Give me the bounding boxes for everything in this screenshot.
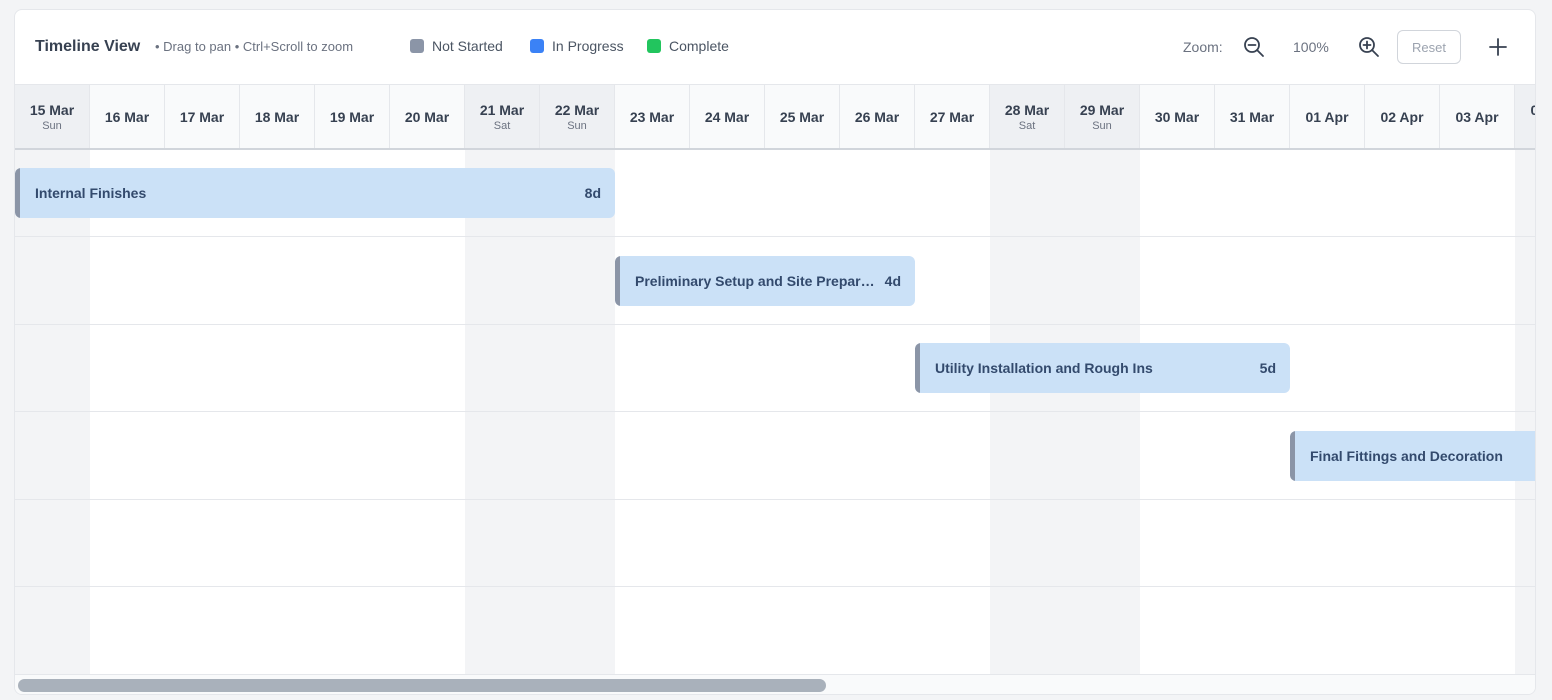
- usage-hint: • Drag to pan • Ctrl+Scroll to zoom: [155, 39, 354, 54]
- weekend-shading: [465, 150, 540, 676]
- task-name: Final Fittings and Decoration: [1310, 448, 1503, 464]
- date-column-header: 24 Mar: [690, 85, 765, 148]
- zoom-label: Zoom:: [1183, 39, 1223, 55]
- date-column-header: 18 Mar: [240, 85, 315, 148]
- zoom-in-button[interactable]: [1356, 34, 1382, 60]
- task-bar[interactable]: Utility Installation and Rough Ins 5d: [915, 343, 1290, 393]
- task-name: Preliminary Setup and Site Preparation: [635, 273, 875, 289]
- date-label: 22 Mar: [554, 101, 600, 118]
- date-label: 25 Mar: [779, 108, 825, 125]
- date-label: 24 Mar: [704, 108, 750, 125]
- date-label: 04 Apr: [1530, 102, 1535, 118]
- zoom-level: 100%: [1293, 39, 1329, 55]
- date-label: 17 Mar: [179, 108, 225, 125]
- date-column-header: 02 Apr: [1365, 85, 1440, 148]
- date-label: 21 Mar: [479, 101, 525, 118]
- date-label: 03 Apr: [1455, 108, 1499, 125]
- date-column-header: 15 Mar Sun: [15, 85, 90, 148]
- legend-swatch-complete: [647, 39, 661, 53]
- date-label: 26 Mar: [854, 108, 900, 125]
- scrollbar-thumb[interactable]: [18, 679, 826, 692]
- row-divider: [15, 236, 1535, 237]
- date-column-header: 03 Apr: [1440, 85, 1515, 148]
- date-label: 20 Mar: [404, 108, 450, 125]
- timeline-panel: Timeline View • Drag to pan • Ctrl+Scrol…: [14, 9, 1536, 695]
- date-column-header: 25 Mar: [765, 85, 840, 148]
- zoom-out-icon: [1244, 37, 1264, 57]
- plus-icon: [1489, 38, 1507, 56]
- date-label: 15 Mar: [29, 101, 75, 118]
- reset-button[interactable]: Reset: [1397, 30, 1461, 64]
- weekend-shading: [990, 150, 1065, 676]
- date-column-header: 27 Mar: [915, 85, 990, 148]
- date-label: 29 Mar: [1079, 101, 1125, 118]
- legend-swatch-not-started: [410, 39, 424, 53]
- weekend-shading: [15, 150, 90, 676]
- date-label: 23 Mar: [629, 108, 675, 125]
- date-column-header: 17 Mar: [165, 85, 240, 148]
- toolbar: Timeline View • Drag to pan • Ctrl+Scrol…: [15, 10, 1535, 85]
- add-task-button[interactable]: [1485, 34, 1511, 60]
- date-column-header: 19 Mar: [315, 85, 390, 148]
- horizontal-scrollbar[interactable]: [15, 674, 1535, 694]
- weekday-label: Sun: [42, 119, 62, 132]
- weekend-shading: [1065, 150, 1140, 676]
- date-label: 18 Mar: [254, 108, 300, 125]
- legend-swatch-in-progress: [530, 39, 544, 53]
- row-divider: [15, 411, 1535, 412]
- task-duration: 5d: [1259, 360, 1276, 376]
- date-label: 01 Apr: [1305, 108, 1349, 125]
- weekend-shading: [1515, 150, 1535, 676]
- task-duration: 4d: [884, 273, 901, 289]
- date-column-header: 01 Apr: [1290, 85, 1365, 148]
- weekday-label: Sat: [493, 119, 511, 132]
- date-column-header: 26 Mar: [840, 85, 915, 148]
- task-name: Internal Finishes: [35, 185, 147, 201]
- timeline-grid[interactable]: Internal Finishes 8d Preliminary Setup a…: [15, 150, 1535, 676]
- date-column-header: 29 Mar Sun: [1065, 85, 1140, 148]
- date-column-header: 16 Mar: [90, 85, 165, 148]
- zoom-in-icon: [1359, 37, 1379, 57]
- date-column-header: 20 Mar: [390, 85, 465, 148]
- legend-not-started: Not Started: [410, 38, 503, 54]
- task-name: Utility Installation and Rough Ins: [935, 360, 1153, 376]
- weekday-label: Sat: [1018, 119, 1036, 132]
- row-divider: [15, 499, 1535, 500]
- weekday-label: Sun: [567, 119, 587, 132]
- legend-label-not-started: Not Started: [432, 38, 503, 54]
- date-column-header: 04 AprSat: [1515, 85, 1535, 148]
- weekend-shading: [540, 150, 615, 676]
- date-column-header: 22 Mar Sun: [540, 85, 615, 148]
- date-label: 30 Mar: [1154, 108, 1200, 125]
- legend-label-complete: Complete: [669, 38, 729, 54]
- legend-label-in-progress: In Progress: [552, 38, 624, 54]
- date-column-header: 30 Mar: [1140, 85, 1215, 148]
- task-bar[interactable]: Preliminary Setup and Site Preparation 4…: [615, 256, 915, 306]
- date-column-header: 31 Mar: [1215, 85, 1290, 148]
- date-label: 27 Mar: [929, 108, 975, 125]
- date-label: 16 Mar: [104, 108, 150, 125]
- date-column-header: 21 Mar Sat: [465, 85, 540, 148]
- date-column-header: 28 Mar Sat: [990, 85, 1065, 148]
- date-header: 15 Mar Sun 16 Mar 17 Mar 18 Mar 19 Mar 20 Mar 2…: [15, 85, 1535, 150]
- task-duration: 8d: [584, 185, 601, 201]
- legend-in-progress: In Progress: [530, 38, 624, 54]
- row-divider: [15, 324, 1535, 325]
- weekday-label: Sun: [1092, 119, 1112, 132]
- date-label: 31 Mar: [1229, 108, 1275, 125]
- legend-complete: Complete: [647, 38, 729, 54]
- task-bar[interactable]: Internal Finishes 8d: [15, 168, 615, 218]
- date-label: 19 Mar: [329, 108, 375, 125]
- date-column-header: 23 Mar: [615, 85, 690, 148]
- date-label: 28 Mar: [1004, 101, 1050, 118]
- page-title: Timeline View: [35, 38, 141, 55]
- task-bar[interactable]: Final Fittings and Decoration: [1290, 431, 1535, 481]
- zoom-out-button[interactable]: [1241, 34, 1267, 60]
- date-label: 02 Apr: [1380, 108, 1424, 125]
- row-divider: [15, 586, 1535, 587]
